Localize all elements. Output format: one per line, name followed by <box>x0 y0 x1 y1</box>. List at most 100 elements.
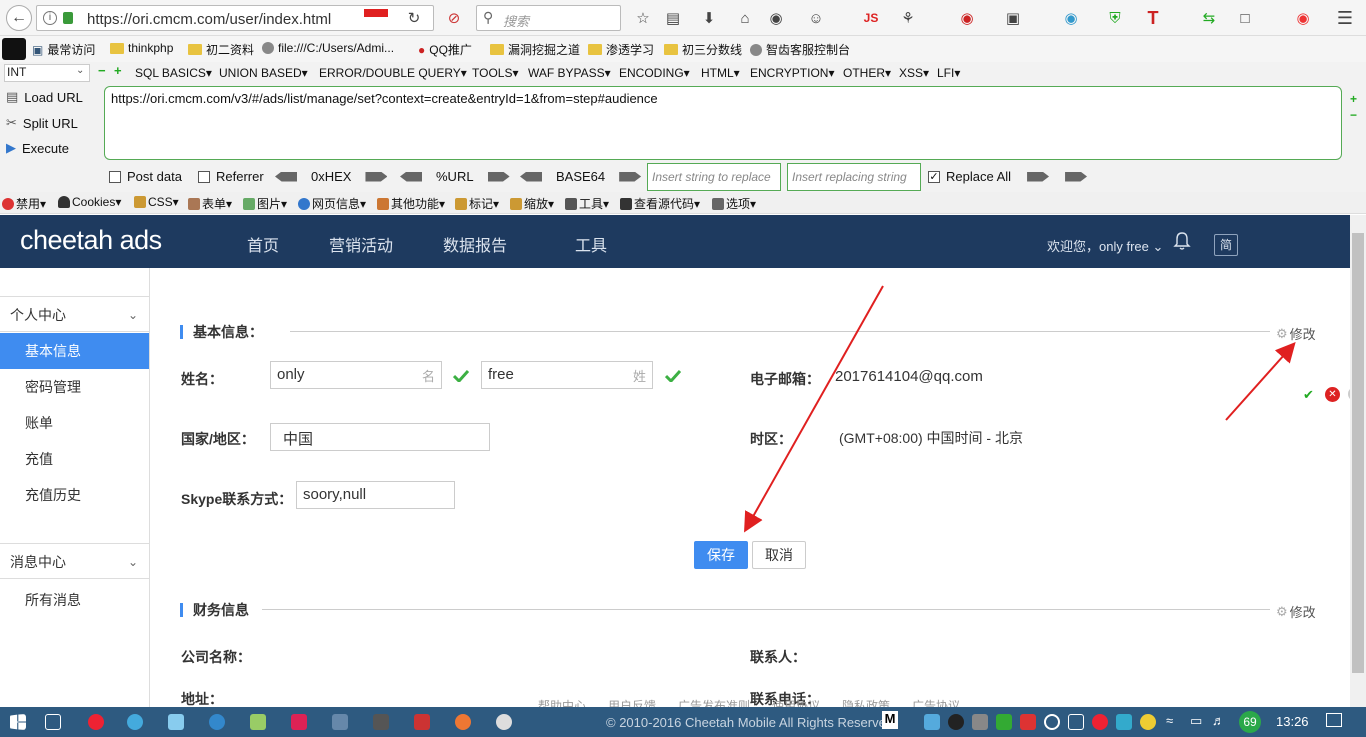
referrer-checkbox[interactable]: Referrer <box>198 169 264 184</box>
reload-icon[interactable]: ↻ <box>403 7 425 29</box>
wifi-icon[interactable]: ≈ <box>1166 713 1173 728</box>
palette-icon[interactable]: ☺ <box>805 7 827 29</box>
crop-icon[interactable]: □ <box>1234 7 1256 29</box>
menu-icon[interactable]: ☰ <box>1334 7 1356 29</box>
firefox-icon[interactable] <box>455 714 471 730</box>
tray-icon[interactable] <box>972 714 988 730</box>
webdev-resize[interactable]: 缩放▾ <box>510 195 554 212</box>
reading-list-icon[interactable]: ▤ <box>662 7 684 29</box>
hex-encoder[interactable]: 0xHEX <box>275 169 388 184</box>
clock[interactable]: 13:26 <box>1276 714 1309 729</box>
webdev-tools[interactable]: 工具▾ <box>565 195 609 212</box>
minus-icon[interactable]: − <box>98 63 106 78</box>
url-encoder[interactable]: %URL <box>400 169 510 184</box>
user-menu[interactable]: 欢迎您，only free ⌄ <box>1047 236 1163 255</box>
nav-reports[interactable]: 数据报告 <box>443 232 507 256</box>
cancel-button[interactable]: 取消 <box>752 541 806 569</box>
menu-encryption[interactable]: ENCRYPTION▾ <box>750 66 834 80</box>
app-icon[interactable] <box>414 714 430 730</box>
music-icon[interactable] <box>1092 714 1108 730</box>
arrow-right-icon[interactable] <box>365 171 388 182</box>
app-icon[interactable] <box>373 714 389 730</box>
app-icon[interactable]: M <box>882 711 898 729</box>
arrow-left-icon[interactable] <box>520 171 542 182</box>
skype-field[interactable]: soory,null <box>296 481 455 509</box>
sidebar-item-basic-info[interactable]: 基本信息 <box>0 333 149 369</box>
music-icon[interactable] <box>88 714 104 730</box>
cloud-icon[interactable] <box>924 714 940 730</box>
tray-icon[interactable] <box>1020 714 1036 730</box>
replace-input[interactable]: Insert string to replace <box>647 163 781 191</box>
arrow-right-icon[interactable] <box>619 171 642 182</box>
tray-icon[interactable] <box>1116 714 1132 730</box>
terminal-icon[interactable] <box>2 38 26 60</box>
sidebar-personal-center[interactable]: 个人中心 ⌄ <box>0 296 150 332</box>
scrollbar[interactable] <box>1350 215 1366 707</box>
menu-lfi[interactable]: LFI▾ <box>937 66 960 80</box>
bird-icon[interactable] <box>168 714 184 730</box>
close-icon[interactable]: ✕ <box>1325 387 1340 402</box>
bookmark-qq[interactable]: ● QQ推广 <box>418 41 472 58</box>
save-button[interactable]: 保存 <box>694 541 748 569</box>
sidebar-item-all-messages[interactable]: 所有消息 <box>0 582 149 618</box>
noscript-icon[interactable]: ⊘ <box>443 7 465 29</box>
shield-icon[interactable]: ⛨ <box>1104 7 1126 29</box>
finance-modify-button[interactable]: ⚙ 修改 <box>1276 602 1316 621</box>
browser-icon[interactable] <box>127 714 143 730</box>
bookmark-pentest[interactable]: 渗透学习 <box>588 41 654 58</box>
network-icon[interactable]: ▭ <box>1190 713 1202 729</box>
window-icon[interactable]: ▣ <box>1002 7 1024 29</box>
menu-sql-basics[interactable]: SQL BASICS▾ <box>135 66 212 80</box>
webdev-css[interactable]: CSS▾ <box>134 195 179 209</box>
basic-modify-button[interactable]: ⚙ 修改 <box>1276 324 1316 343</box>
bookmark-scores[interactable]: 初三分数线 <box>664 41 742 58</box>
bookmark-file[interactable]: file:///C:/Users/Admi... <box>262 41 394 55</box>
sidebar-item-password[interactable]: 密码管理 <box>0 369 149 405</box>
check-icon[interactable]: ✔ <box>1303 387 1314 403</box>
start-icon[interactable] <box>10 714 26 730</box>
sidebar-message-center[interactable]: 消息中心 ⌄ <box>0 543 150 579</box>
addon-icon[interactable]: ◉ <box>765 7 787 29</box>
webdev-options[interactable]: 选项▾ <box>712 195 756 212</box>
app-icon[interactable] <box>250 714 266 730</box>
bookmark-most-visited[interactable]: ▣ 最常访问 <box>32 41 95 58</box>
switch-icon[interactable]: ⇆ <box>1198 7 1220 29</box>
hackbar-url-textarea[interactable]: https://ori.cmcm.com/v3/#/ads/list/manag… <box>104 86 1342 160</box>
menu-xss[interactable]: XSS▾ <box>899 66 929 80</box>
js-icon[interactable]: JS <box>860 7 882 29</box>
volume-icon[interactable]: ♬ <box>1212 713 1225 728</box>
sidebar-item-recharge[interactable]: 充值 <box>0 441 149 477</box>
menu-html[interactable]: HTML▾ <box>701 66 740 80</box>
menu-other[interactable]: OTHER▾ <box>843 66 891 80</box>
first-name-field[interactable]: only 名 <box>270 361 442 389</box>
bookmark-support[interactable]: 智齿客服控制台 <box>750 41 850 58</box>
circle-icon[interactable] <box>1044 714 1060 730</box>
extension-icon[interactable]: ◉ <box>956 7 978 29</box>
app-icon[interactable] <box>496 714 512 730</box>
arrow-left-icon[interactable] <box>275 171 297 182</box>
translate-icon[interactable]: ◉ <box>1060 7 1082 29</box>
grid-icon[interactable] <box>1068 714 1084 730</box>
load-url-button[interactable]: ▤ Load URL <box>6 89 83 105</box>
sidebar-item-bills[interactable]: 账单 <box>0 405 149 441</box>
webdev-info[interactable]: 网页信息▾ <box>298 195 366 212</box>
nav-campaigns[interactable]: 营销活动 <box>329 232 393 256</box>
arrow-right-icon[interactable] <box>1065 171 1088 182</box>
nav-home[interactable]: 首页 <box>247 232 279 256</box>
menu-waf-bypass[interactable]: WAF BYPASS▾ <box>528 66 611 80</box>
menu-tools[interactable]: TOOLS▾ <box>472 66 518 80</box>
t-icon[interactable]: T <box>1142 7 1164 29</box>
search-input[interactable]: ⚲ 搜索 <box>476 5 621 31</box>
tray-icon[interactable] <box>1140 714 1156 730</box>
plus-icon[interactable]: + <box>114 63 122 78</box>
chrome-icon[interactable]: ◉ <box>1292 7 1314 29</box>
minus-icon[interactable]: − <box>1350 108 1357 122</box>
plus-icon[interactable]: + <box>1350 92 1357 106</box>
split-url-button[interactable]: ✂ Split URL <box>6 115 78 131</box>
bookmark-vuln[interactable]: 漏洞挖掘之道 <box>490 41 580 58</box>
logo[interactable]: cheetah ads <box>20 225 162 256</box>
execute-button[interactable]: ▶ Execute <box>6 140 69 156</box>
menu-union-based[interactable]: UNION BASED▾ <box>219 66 308 80</box>
bookmark-thinkphp[interactable]: thinkphp <box>110 41 173 55</box>
bug-icon[interactable]: ⚘ <box>897 7 919 29</box>
